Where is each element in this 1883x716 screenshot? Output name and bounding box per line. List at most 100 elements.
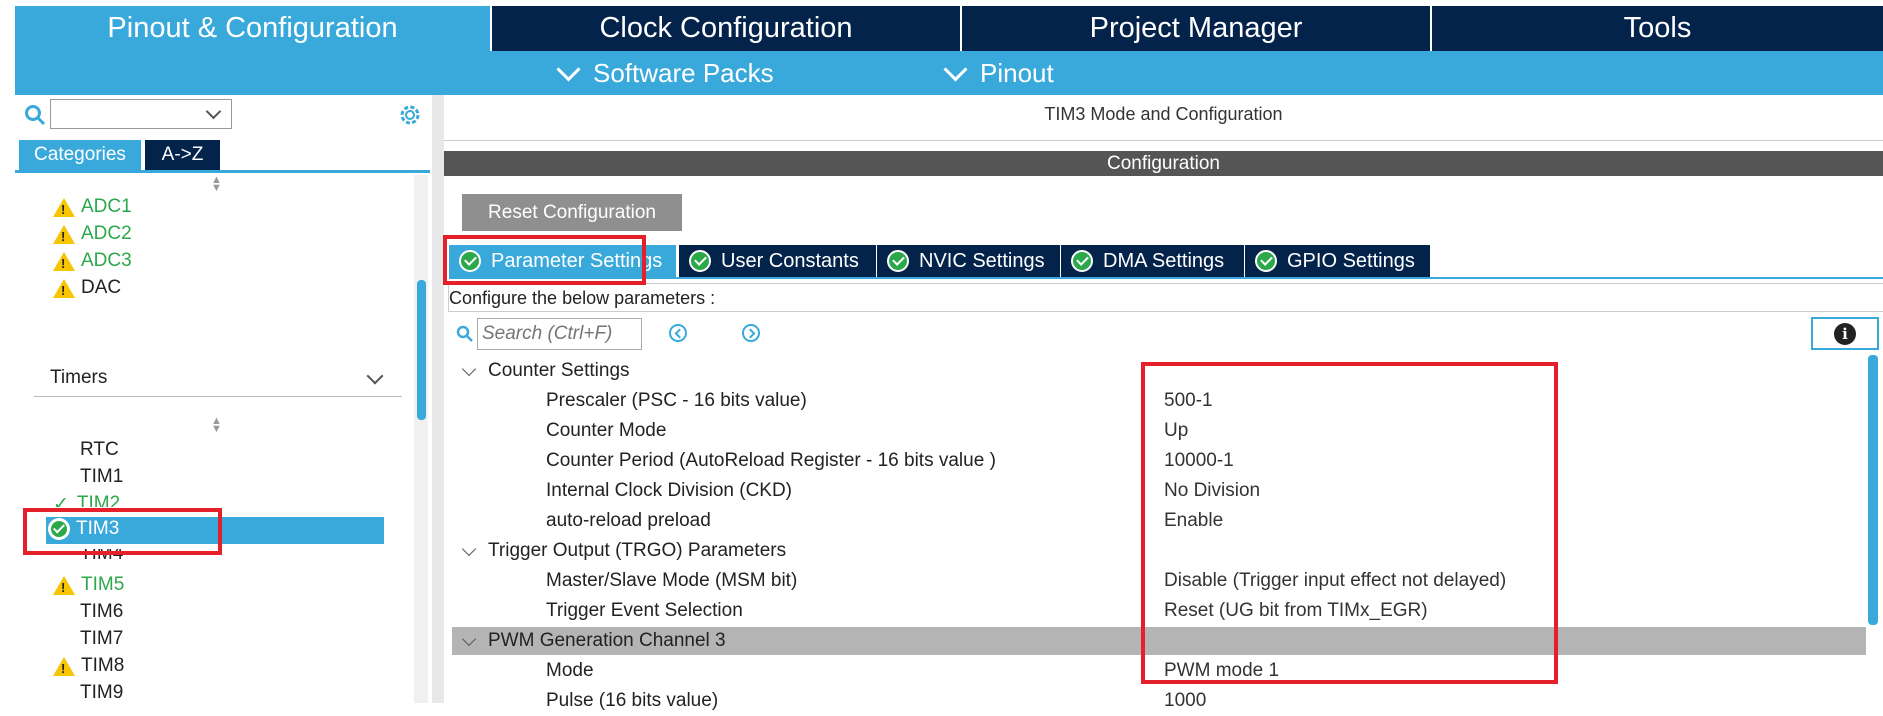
warning-icon xyxy=(53,251,75,271)
tab-label: GPIO Settings xyxy=(1287,249,1415,272)
group-counter-settings[interactable]: Counter Settings xyxy=(458,356,630,386)
reset-configuration-button[interactable]: Reset Configuration xyxy=(462,194,682,231)
list-item-tim5[interactable]: TIM5 xyxy=(53,574,124,596)
info-button[interactable]: i xyxy=(1811,317,1879,350)
param-trigger-event-selection[interactable]: Trigger Event Selection xyxy=(546,596,743,626)
tab-gpio-settings[interactable]: GPIO Settings xyxy=(1245,245,1431,277)
value-master-slave-mode[interactable]: Disable (Trigger input effect not delaye… xyxy=(1164,566,1506,596)
tab-label: Parameter Settings xyxy=(491,249,663,272)
check-icon: ✓ xyxy=(53,494,69,507)
value-prescaler[interactable]: 500-1 xyxy=(1164,386,1213,416)
check-circle-icon xyxy=(48,518,70,540)
sub-menu-bar: Software Packs Pinout xyxy=(15,51,1883,95)
list-item-label: ADC3 xyxy=(81,250,132,271)
value-counter-mode[interactable]: Up xyxy=(1164,416,1188,446)
software-packs-label: Software Packs xyxy=(593,57,774,88)
chevron-down-icon xyxy=(461,361,477,377)
group-trgo-parameters[interactable]: Trigger Output (TRGO) Parameters xyxy=(458,536,786,566)
tab-nvic-settings[interactable]: NVIC Settings xyxy=(877,245,1061,277)
list-item-tim7[interactable]: TIM7 xyxy=(80,628,123,650)
list-item-label: TIM3 xyxy=(76,518,120,539)
chevron-down-icon[interactable] xyxy=(366,367,384,385)
tab-underline xyxy=(449,277,1883,279)
list-item-tim4[interactable]: TIM4 xyxy=(80,549,123,565)
tab-pinout-configuration[interactable]: Pinout & Configuration xyxy=(15,6,490,51)
check-circle-icon xyxy=(459,250,481,272)
list-item-label: DAC xyxy=(81,277,122,298)
timers-group-header[interactable]: Timers xyxy=(50,367,107,389)
list-item-adc2[interactable]: ADC2 xyxy=(53,223,132,245)
check-circle-icon xyxy=(887,250,909,272)
parameter-search-input[interactable] xyxy=(477,318,642,350)
gear-icon[interactable] xyxy=(397,102,423,128)
tab-clock-configuration[interactable]: Clock Configuration xyxy=(492,6,960,51)
list-item-adc1[interactable]: ADC1 xyxy=(53,196,132,218)
list-item-label: TIM2 xyxy=(76,493,121,507)
software-packs-menu[interactable]: Software Packs xyxy=(556,51,774,95)
list-item-dac[interactable]: DAC xyxy=(53,277,121,299)
scroll-up-arrow[interactable]: ▲ ▼ xyxy=(211,175,222,194)
chevron-right-icon xyxy=(745,328,756,339)
pinout-menu[interactable]: Pinout xyxy=(943,51,1054,95)
list-item-tim8[interactable]: TIM8 xyxy=(53,655,124,677)
a-z-tab[interactable]: A->Z xyxy=(145,140,220,170)
value-pwm-mode[interactable]: PWM mode 1 xyxy=(1164,656,1279,686)
param-auto-reload-preload[interactable]: auto-reload preload xyxy=(546,506,711,536)
group-pwm-channel-3[interactable]: PWM Generation Channel 3 xyxy=(458,626,726,656)
list-item-rtc[interactable]: RTC xyxy=(80,439,119,461)
list-item-tim2[interactable]: ✓ TIM2 xyxy=(53,493,120,507)
timers-divider xyxy=(34,396,402,397)
value-auto-reload-preload[interactable]: Enable xyxy=(1164,506,1223,536)
value-counter-period[interactable]: 10000-1 xyxy=(1164,446,1234,476)
warning-icon xyxy=(53,575,75,595)
left-scrollbar-track[interactable] xyxy=(414,175,428,703)
tab-tools[interactable]: Tools xyxy=(1432,6,1883,51)
left-scrollbar-thumb[interactable] xyxy=(417,280,426,420)
list-item-label: ADC2 xyxy=(81,223,132,244)
scroll-up-arrow[interactable]: ▲ ▼ xyxy=(211,416,222,435)
categories-tab[interactable]: Categories xyxy=(19,140,141,170)
right-scrollbar-thumb[interactable] xyxy=(1868,355,1878,625)
search-icon xyxy=(456,325,473,342)
value-clock-division[interactable]: No Division xyxy=(1164,476,1260,506)
category-tab-underline xyxy=(15,170,430,173)
search-icon[interactable] xyxy=(24,104,46,126)
param-pwm-mode[interactable]: Mode xyxy=(546,656,594,686)
tab-label: User Constants xyxy=(721,249,859,272)
list-item-tim3[interactable]: TIM3 xyxy=(48,518,119,540)
list-item-adc3[interactable]: ADC3 xyxy=(53,250,132,272)
chevron-down-icon xyxy=(556,56,581,82)
configuration-header: Configuration xyxy=(444,151,1883,176)
value-pulse[interactable]: 1000 xyxy=(1164,686,1206,716)
param-counter-period[interactable]: Counter Period (AutoReload Register - 16… xyxy=(546,446,996,476)
tab-label: NVIC Settings xyxy=(919,249,1045,272)
warning-icon xyxy=(53,197,75,217)
param-pulse[interactable]: Pulse (16 bits value) xyxy=(546,686,718,716)
panel-splitter[interactable] xyxy=(432,95,444,703)
tab-project-manager[interactable]: Project Manager xyxy=(962,6,1430,51)
param-master-slave-mode[interactable]: Master/Slave Mode (MSM bit) xyxy=(546,566,797,596)
value-trigger-event-selection[interactable]: Reset (UG bit from TIMx_EGR) xyxy=(1164,596,1428,626)
param-clock-division[interactable]: Internal Clock Division (CKD) xyxy=(546,476,792,506)
param-counter-mode[interactable]: Counter Mode xyxy=(546,416,666,446)
search-next-button[interactable] xyxy=(742,324,760,342)
check-circle-icon xyxy=(1071,250,1093,272)
tab-parameter-settings[interactable]: Parameter Settings xyxy=(449,245,677,277)
list-item-tim1[interactable]: TIM1 xyxy=(80,466,123,488)
pinout-label: Pinout xyxy=(980,57,1054,88)
list-item-tim6[interactable]: TIM6 xyxy=(80,601,123,623)
check-circle-icon xyxy=(689,250,711,272)
chevron-down-icon xyxy=(461,631,477,647)
mode-configuration-title: TIM3 Mode and Configuration xyxy=(1044,104,1283,124)
search-previous-button[interactable] xyxy=(669,324,687,342)
category-search-dropdown[interactable] xyxy=(50,99,232,129)
chevron-down-icon xyxy=(205,103,222,120)
tab-dma-settings[interactable]: DMA Settings xyxy=(1061,245,1245,277)
tab-user-constants[interactable]: User Constants xyxy=(679,245,877,277)
chevron-left-icon xyxy=(674,328,685,339)
chevron-down-icon xyxy=(943,56,968,82)
param-prescaler[interactable]: Prescaler (PSC - 16 bits value) xyxy=(546,386,807,416)
list-item-tim9[interactable]: TIM9 xyxy=(80,682,123,704)
list-item-label: ADC1 xyxy=(81,196,132,217)
warning-icon xyxy=(53,224,75,244)
